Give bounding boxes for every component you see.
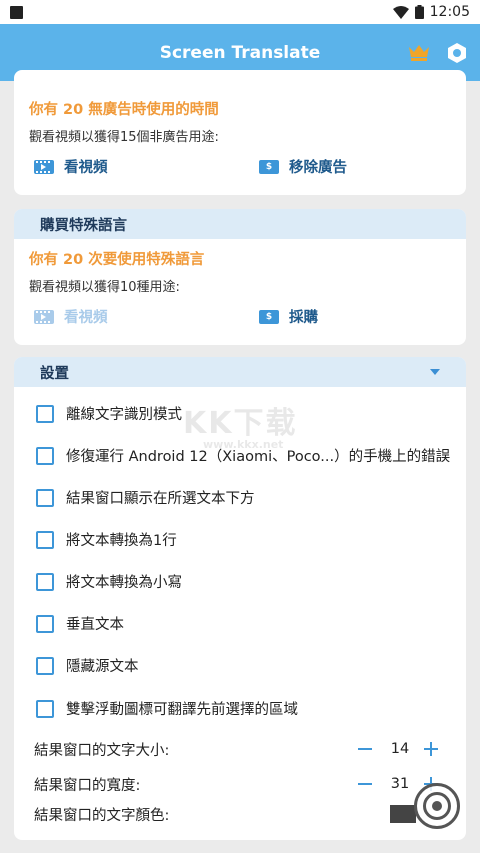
special-language-card: 購買特殊語言 你有 20 次要使用特殊語言 觀看視頻以獲得10種用途: 看視頻 … [14,209,466,345]
settings-card: 設置 離線文字識別模式 修復運行 Android 12（Xiaomi、Poco.… [14,357,466,840]
option-label: 修復運行 Android 12（Xiaomi、Poco...）的手機上的錯誤 [66,449,451,465]
option-android12-fix[interactable]: 修復運行 Android 12（Xiaomi、Poco...）的手機上的錯誤 [36,445,450,466]
target-icon [423,792,451,820]
option-label: 將文本轉換為小寫 [66,575,182,591]
special-language-count: 你有 20 次要使用特殊語言 [29,252,205,268]
option-hide-source[interactable]: 隱藏源文本 [36,655,139,676]
option-result-below[interactable]: 結果窗口顯示在所選文本下方 [36,487,255,508]
checkbox[interactable] [36,699,54,718]
remove-ads-button[interactable]: $ 移除廣告 [259,156,347,177]
checkbox[interactable] [36,572,54,591]
option-label: 離線文字識別模式 [66,407,182,423]
collapse-arrow-icon[interactable] [430,369,440,375]
watch-video-button-disabled[interactable]: 看視頻 [34,306,108,327]
decrease-width-button[interactable] [358,783,372,785]
checkbox[interactable] [36,404,54,423]
width-value: 31 [390,776,410,792]
decrease-text-size-button[interactable] [358,748,372,750]
checkbox[interactable] [36,656,54,675]
text-color-swatch[interactable] [390,805,416,823]
option-one-line[interactable]: 將文本轉換為1行 [36,529,177,550]
option-offline-ocr[interactable]: 離線文字識別模式 [36,403,182,424]
app-title: Screen Translate [159,42,321,63]
ad-free-count: 你有 20 無廣告時使用的時間 [29,102,219,118]
purchase-button[interactable]: $ 採購 [259,306,318,327]
ad-free-note: 觀看視頻以獲得15個非廣告用途: [29,130,219,145]
option-label: 將文本轉換為1行 [66,533,177,549]
checkbox[interactable] [36,614,54,633]
special-language-note: 觀看視頻以獲得10種用途: [29,280,180,295]
settings-header[interactable]: 設置 [14,357,466,387]
clock: 12:05 [429,4,470,20]
status-bar: 12:05 [0,0,480,24]
option-double-tap[interactable]: 雙擊浮動圖標可翻譯先前選擇的區域 [36,698,298,719]
wifi-icon [392,5,409,19]
settings-icon[interactable] [446,42,468,64]
ad-free-card: 你有 20 無廣告時使用的時間 觀看視頻以獲得15個非廣告用途: 看視頻 $ 移… [14,70,466,195]
text-size-value: 14 [390,741,410,757]
remove-ads-label: 移除廣告 [289,160,347,176]
checkbox[interactable] [36,530,54,549]
floating-translate-button[interactable] [414,783,460,829]
watch-video-label: 看視頻 [64,160,108,176]
notification-icon [10,5,23,19]
option-label: 雙擊浮動圖標可翻譯先前選擇的區域 [66,702,298,718]
video-icon [34,309,54,324]
checkbox[interactable] [36,446,54,465]
increase-text-size-button[interactable] [424,742,438,756]
option-vertical-text[interactable]: 垂直文本 [36,613,124,634]
option-label: 垂直文本 [66,617,124,633]
option-label: 隱藏源文本 [66,659,139,675]
text-size-stepper: 14 [358,741,438,757]
money-icon: $ [259,309,279,324]
settings-title: 設置 [40,365,69,382]
crown-icon[interactable] [408,43,430,61]
video-icon [34,159,54,174]
text-color-row: 結果窗口的文字顏色: [34,802,452,826]
watch-video-label: 看視頻 [64,310,108,326]
money-icon: $ [259,159,279,174]
text-size-row: 結果窗口的文字大小: 14 [34,737,452,761]
battery-icon [414,5,424,19]
special-language-header: 購買特殊語言 [14,209,466,239]
purchase-label: 採購 [289,310,318,326]
checkbox[interactable] [36,488,54,507]
option-lowercase[interactable]: 將文本轉換為小寫 [36,571,182,592]
option-label: 結果窗口顯示在所選文本下方 [66,491,255,507]
watch-video-button[interactable]: 看視頻 [34,156,108,177]
width-row: 結果窗口的寬度: 31 [34,772,452,796]
